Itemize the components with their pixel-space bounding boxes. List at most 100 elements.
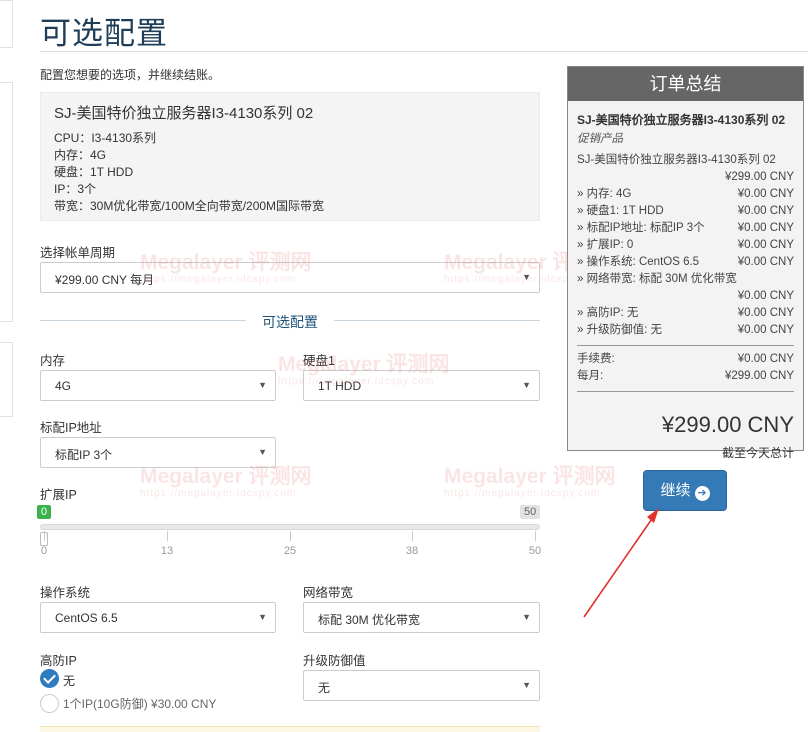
os-select[interactable]: CentOS 6.5 ▼ — [40, 602, 276, 633]
summary-item-label: » 高防IP: 无 — [577, 307, 639, 319]
slider-max-badge: 50 — [520, 505, 541, 519]
tick-label: 50 — [528, 545, 542, 557]
spec-cpu: CPU：I3-4130系列 — [54, 131, 157, 145]
summary-item-label: » 内存: 4G — [577, 188, 632, 200]
summary-monthly-row: 每月: ¥299.00 CNY — [577, 368, 794, 385]
disk-select[interactable]: 1T HDD ▼ — [303, 370, 540, 401]
memory-label: 内存 — [40, 354, 66, 368]
order-summary-heading: 订单总结 — [568, 67, 803, 101]
tick-mark — [412, 531, 413, 541]
watermark: Megalayer 评测网https://megalayer.idcspy.co… — [444, 465, 616, 499]
extra-ip-slider[interactable] — [40, 524, 540, 530]
caret-down-icon: ▼ — [522, 380, 531, 390]
caret-down-icon: ▼ — [522, 272, 531, 282]
summary-bandwidth-label: » 网络带宽: 标配 30M 优化带宽 — [577, 273, 737, 285]
left-sidebar-edge — [0, 0, 14, 732]
continue-button-label: 继续 — [660, 482, 691, 499]
summary-bandwidth-price-row: ¥0.00 CNY — [577, 288, 794, 305]
summary-item-price: ¥0.00 CNY — [737, 239, 794, 251]
product-name: SJ-美国特价独立服务器I3-4130系列 02 — [54, 105, 314, 122]
summary-item-row: » 操作系统: CentOS 6.5 ¥0.00 CNY — [577, 254, 794, 271]
section-divider-left — [40, 320, 246, 321]
billing-cycle-select[interactable]: ¥299.00 CNY 每月 ▼ — [40, 262, 540, 293]
ip-value: 标配IP 3个 — [55, 448, 113, 462]
tick-mark — [44, 531, 45, 541]
ip-select[interactable]: 标配IP 3个 ▼ — [40, 437, 276, 468]
summary-divider — [577, 345, 794, 346]
extra-ip-label: 扩展IP — [40, 488, 77, 502]
summary-item-price: ¥0.00 CNY — [737, 307, 794, 319]
product-info-box: SJ-美国特价独立服务器I3-4130系列 02 CPU：I3-4130系列 内… — [40, 92, 540, 221]
upgrade-defense-select[interactable]: 无 ▼ — [303, 670, 540, 701]
summary-base-line: SJ-美国特价独立服务器I3-4130系列 02 — [577, 154, 776, 166]
notice-strip — [40, 726, 540, 732]
os-label: 操作系统 — [40, 586, 91, 600]
summary-item-row: » 升级防御值: 无 ¥0.00 CNY — [577, 322, 794, 339]
slider-current-badge: 0 — [37, 505, 52, 519]
upgrade-defense-value: 无 — [318, 681, 331, 695]
os-value: CentOS 6.5 — [55, 611, 118, 625]
tick-mark — [535, 531, 536, 541]
summary-bandwidth-price: ¥0.00 CNY — [737, 290, 794, 302]
sidebar-panel — [0, 0, 13, 48]
order-summary-panel: 订单总结 SJ-美国特价独立服务器I3-4130系列 02 促销产品 SJ-美国… — [567, 66, 804, 460]
summary-divider — [577, 391, 794, 392]
caret-down-icon: ▼ — [258, 612, 267, 622]
summary-item-label: » 操作系统: CentOS 6.5 — [577, 256, 700, 268]
summary-item-row: » 标配IP地址: 标配IP 3个 ¥0.00 CNY — [577, 220, 794, 237]
tick-mark — [290, 531, 291, 541]
ip-label: 标配IP地址 — [40, 421, 102, 435]
tick-label: 0 — [40, 545, 48, 557]
annotation-arrow-icon — [583, 508, 659, 618]
spec-ip: IP：3个 — [54, 182, 97, 196]
summary-total-note: 截至今天总计 — [721, 446, 794, 460]
summary-fee-value: ¥0.00 CNY — [737, 353, 794, 365]
title-divider — [40, 51, 808, 52]
caret-down-icon: ▼ — [522, 680, 531, 690]
config-section-title: 可选配置 — [262, 314, 318, 330]
spec-bandwidth: 带宽：30M优化带宽/100M全向带宽/200M国际带宽 — [54, 199, 325, 213]
summary-item-price: ¥0.00 CNY — [737, 222, 794, 234]
tick-label: 38 — [405, 545, 419, 557]
summary-monthly-label: 每月: — [577, 370, 604, 382]
caret-down-icon: ▼ — [522, 612, 531, 622]
intro-text: 配置您想要的选项，并继续结账。 — [40, 68, 221, 82]
summary-base-price-row: ¥299.00 CNY — [577, 169, 794, 186]
summary-item-label: » 标配IP地址: 标配IP 3个 — [577, 222, 705, 234]
bandwidth-select[interactable]: 标配 30M 优化带宽 ▼ — [303, 602, 540, 633]
disk-label: 硬盘1 — [303, 354, 335, 368]
summary-item-label: » 硬盘1: 1T HDD — [577, 205, 664, 217]
billing-cycle-value: ¥299.00 CNY 每月 — [55, 273, 155, 287]
page-title: 可选配置 — [40, 16, 168, 51]
ddos-10g-radio[interactable] — [40, 694, 59, 713]
summary-item-row: » 高防IP: 无 ¥0.00 CNY — [577, 305, 794, 322]
summary-item-label: » 升级防御值: 无 — [577, 324, 662, 336]
ddos-none-radio[interactable] — [40, 669, 59, 688]
bandwidth-label: 网络带宽 — [303, 586, 354, 600]
tick-mark — [167, 531, 168, 541]
summary-item-row: » 内存: 4G ¥0.00 CNY — [577, 186, 794, 203]
summary-total: ¥299.00 CNY — [661, 412, 794, 437]
ddos-10g-label: 1个IP(10G防御) ¥30.00 CNY — [63, 697, 217, 711]
memory-value: 4G — [55, 379, 72, 393]
spec-memory: 内存：4G — [54, 148, 107, 162]
sidebar-panel — [0, 82, 13, 322]
summary-fee-label: 手续费: — [577, 353, 615, 365]
caret-down-icon: ▼ — [258, 447, 267, 457]
tick-label: 13 — [160, 545, 174, 557]
summary-item-row: » 硬盘1: 1T HDD ¥0.00 CNY — [577, 203, 794, 220]
summary-item-price: ¥0.00 CNY — [737, 188, 794, 200]
bandwidth-value: 标配 30M 优化带宽 — [318, 613, 421, 627]
summary-item-row: » 扩展IP: 0 ¥0.00 CNY — [577, 237, 794, 254]
upgrade-defense-label: 升级防御值 — [303, 654, 366, 668]
summary-product-name: SJ-美国特价独立服务器I3-4130系列 02 — [577, 113, 786, 127]
summary-base-price: ¥299.00 CNY — [724, 171, 794, 183]
memory-select[interactable]: 4G ▼ — [40, 370, 276, 401]
summary-item-label: » 扩展IP: 0 — [577, 239, 634, 251]
sidebar-panel — [0, 342, 13, 417]
summary-item-price: ¥0.00 CNY — [737, 324, 794, 336]
disk-value: 1T HDD — [318, 379, 362, 393]
ddos-ip-label: 高防IP — [40, 654, 77, 668]
caret-down-icon: ▼ — [258, 380, 267, 390]
spec-disk: 硬盘：1T HDD — [54, 165, 134, 179]
